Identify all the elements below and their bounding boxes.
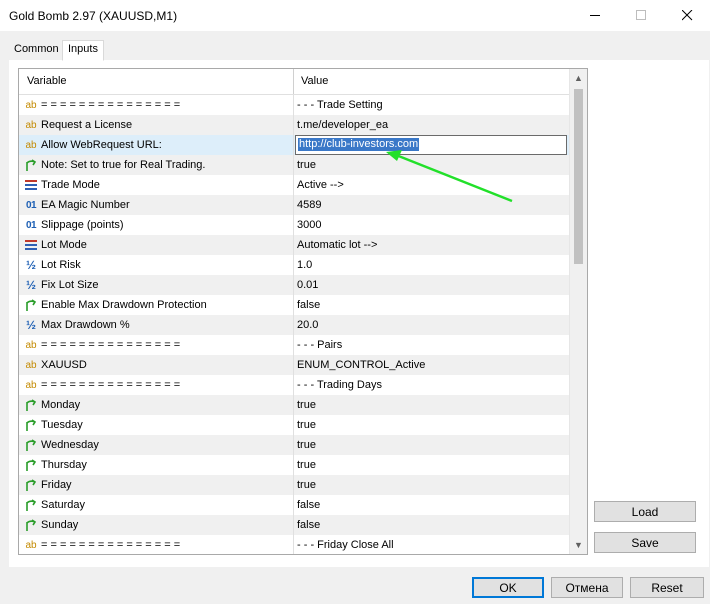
reset-button[interactable]: Reset [630,577,704,598]
save-button[interactable]: Save [594,532,696,553]
cancel-button[interactable]: Отмена [551,577,623,598]
load-button[interactable]: Load [594,501,696,522]
ok-button[interactable]: OK [472,577,544,598]
